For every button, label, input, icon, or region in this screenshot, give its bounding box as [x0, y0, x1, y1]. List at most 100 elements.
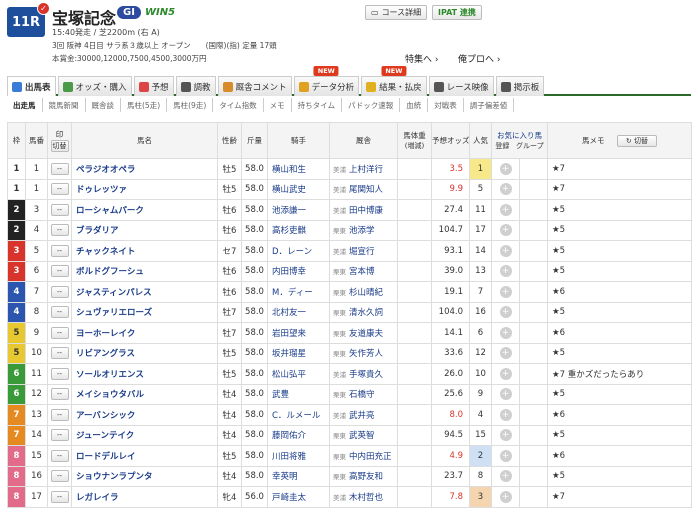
mark-select[interactable]: -- — [50, 449, 69, 462]
plus-icon[interactable]: + — [499, 367, 512, 380]
tab-1[interactable]: オッズ・購入 — [57, 76, 132, 96]
mark-select[interactable]: -- — [50, 347, 69, 360]
mark-select[interactable]: -- — [50, 408, 69, 421]
tab-5[interactable]: NEW データ分析 — [293, 66, 360, 96]
trainer-link[interactable]: 美浦 木村哲也 — [329, 486, 398, 508]
jockey-link[interactable]: 池添謙一 — [267, 199, 330, 221]
ipat-link-button[interactable]: IPAT 連携 — [432, 5, 482, 20]
horse-name-link[interactable]: ローシャムパーク — [71, 199, 218, 221]
plus-icon[interactable]: + — [499, 470, 512, 483]
horse-name-link[interactable]: ブラダリア — [71, 219, 218, 241]
subtab-10[interactable]: 対戦表 — [428, 98, 464, 112]
mark-select[interactable]: -- — [50, 367, 69, 380]
tab-8[interactable]: 掲示板 — [495, 76, 545, 96]
trainer-link[interactable]: 美浦 手塚貴久 — [329, 363, 398, 385]
trainer-link[interactable]: 栗東 杉山晴紀 — [329, 281, 398, 303]
trainer-link[interactable]: 栗東 矢作芳人 — [329, 342, 398, 364]
jockey-link[interactable]: 高杉吏麒 — [267, 219, 330, 241]
special-feature-link[interactable]: 特集へ › — [405, 52, 438, 65]
jockey-link[interactable]: 北村友一 — [267, 301, 330, 323]
plus-icon[interactable]: + — [499, 162, 512, 175]
trainer-link[interactable]: 栗東 池添学 — [329, 219, 398, 241]
trainer-link[interactable]: 栗東 宮本博 — [329, 260, 398, 282]
plus-icon[interactable]: + — [499, 347, 512, 360]
jockey-link[interactable]: 内田博幸 — [267, 260, 330, 282]
horse-name-link[interactable]: ヨーホーレイク — [71, 322, 218, 344]
trainer-link[interactable]: 美浦 上村洋行 — [329, 158, 398, 180]
plus-icon[interactable]: + — [499, 326, 512, 339]
horse-name-link[interactable]: レガレイラ — [71, 486, 218, 508]
mark-select[interactable]: -- — [50, 183, 69, 196]
jockey-link[interactable]: 坂井瑠星 — [267, 342, 330, 364]
mark-select[interactable]: -- — [50, 244, 69, 257]
horse-name-link[interactable]: ジューンテイク — [71, 424, 218, 446]
course-detail-button[interactable]: ▭ コース詳細 — [365, 5, 428, 20]
horse-name-link[interactable]: アーバンシック — [71, 404, 218, 426]
plus-icon[interactable]: + — [499, 490, 512, 503]
tab-3[interactable]: 調教 — [175, 76, 216, 96]
my-pro-link[interactable]: 俺プロへ › — [458, 52, 500, 65]
horse-name-link[interactable]: ショウナンラプンタ — [71, 465, 218, 487]
plus-icon[interactable]: + — [499, 408, 512, 421]
subtab-7[interactable]: 持ちタイム — [292, 98, 342, 112]
horse-name-link[interactable]: ソールオリエンス — [71, 363, 218, 385]
mark-toggle-button[interactable]: 切替 — [50, 140, 69, 152]
horse-name-link[interactable]: メイショウタバル — [71, 383, 218, 405]
plus-icon[interactable]: + — [499, 183, 512, 196]
trainer-link[interactable]: 栗東 清水久詞 — [329, 301, 398, 323]
subtab-0[interactable]: 出走馬 — [7, 98, 43, 112]
tab-6[interactable]: NEW 結果・払戻 — [361, 66, 427, 96]
jockey-link[interactable]: 戸崎圭太 — [267, 486, 330, 508]
horse-name-link[interactable]: ドゥレッツァ — [71, 178, 218, 200]
plus-icon[interactable]: + — [499, 306, 512, 319]
trainer-link[interactable]: 美浦 堀宣行 — [329, 240, 398, 262]
mark-select[interactable]: -- — [50, 203, 69, 216]
subtab-8[interactable]: パドック速報 — [342, 98, 401, 112]
horse-name-link[interactable]: チャックネイト — [71, 240, 218, 262]
subtab-11[interactable]: 調子偏差値 — [464, 98, 515, 112]
plus-icon[interactable]: + — [499, 244, 512, 257]
subtab-3[interactable]: 馬柱(5走) — [121, 98, 168, 112]
horse-name-link[interactable]: ボルドグフーシュ — [71, 260, 218, 282]
jockey-link[interactable]: 武豊 — [267, 383, 330, 405]
mark-select[interactable]: -- — [50, 326, 69, 339]
plus-icon[interactable]: + — [499, 285, 512, 298]
subtab-2[interactable]: 厩舎談 — [86, 98, 121, 112]
mark-select[interactable]: -- — [50, 470, 69, 483]
trainer-link[interactable]: 栗東 武英智 — [329, 424, 398, 446]
mark-select[interactable]: -- — [50, 265, 69, 278]
tab-0[interactable]: 出馬表 — [7, 76, 56, 96]
mark-select[interactable]: -- — [50, 162, 69, 175]
jockey-link[interactable]: D．レーン — [267, 240, 330, 262]
jockey-link[interactable]: 幸英明 — [267, 465, 330, 487]
mark-select[interactable]: -- — [50, 490, 69, 503]
jockey-link[interactable]: 横山和生 — [267, 158, 330, 180]
subtab-5[interactable]: タイム指数 — [213, 98, 264, 112]
trainer-link[interactable]: 栗東 高野友和 — [329, 465, 398, 487]
plus-icon[interactable]: + — [499, 265, 512, 278]
mark-select[interactable]: -- — [50, 429, 69, 442]
plus-icon[interactable]: + — [499, 203, 512, 216]
memo-toggle-button[interactable]: ↻ 切替 — [616, 134, 657, 147]
subtab-9[interactable]: 血統 — [400, 98, 429, 112]
tab-4[interactable]: 厩舎コメント — [217, 76, 292, 96]
mark-select[interactable]: -- — [50, 285, 69, 298]
horse-name-link[interactable]: ロードデルレイ — [71, 445, 218, 467]
horse-name-link[interactable]: シュヴァリエローズ — [71, 301, 218, 323]
subtab-4[interactable]: 馬柱(9走) — [167, 98, 214, 112]
jockey-link[interactable]: 藤岡佑介 — [267, 424, 330, 446]
trainer-link[interactable]: 美浦 武井亮 — [329, 404, 398, 426]
horse-name-link[interactable]: ジャスティンパレス — [71, 281, 218, 303]
plus-icon[interactable]: + — [499, 388, 512, 401]
jockey-link[interactable]: 岩田望来 — [267, 322, 330, 344]
horse-name-link[interactable]: ペラジオオペラ — [71, 158, 218, 180]
subtab-6[interactable]: メモ — [264, 98, 292, 112]
plus-icon[interactable]: + — [499, 224, 512, 237]
plus-icon[interactable]: + — [499, 449, 512, 462]
trainer-link[interactable]: 栗東 石橋守 — [329, 383, 398, 405]
trainer-link[interactable]: 栗東 友道康夫 — [329, 322, 398, 344]
jockey-link[interactable]: M．ディー — [267, 281, 330, 303]
subtab-1[interactable]: 競馬新聞 — [43, 98, 86, 112]
mark-select[interactable]: -- — [50, 224, 69, 237]
jockey-link[interactable]: 川田将雅 — [267, 445, 330, 467]
